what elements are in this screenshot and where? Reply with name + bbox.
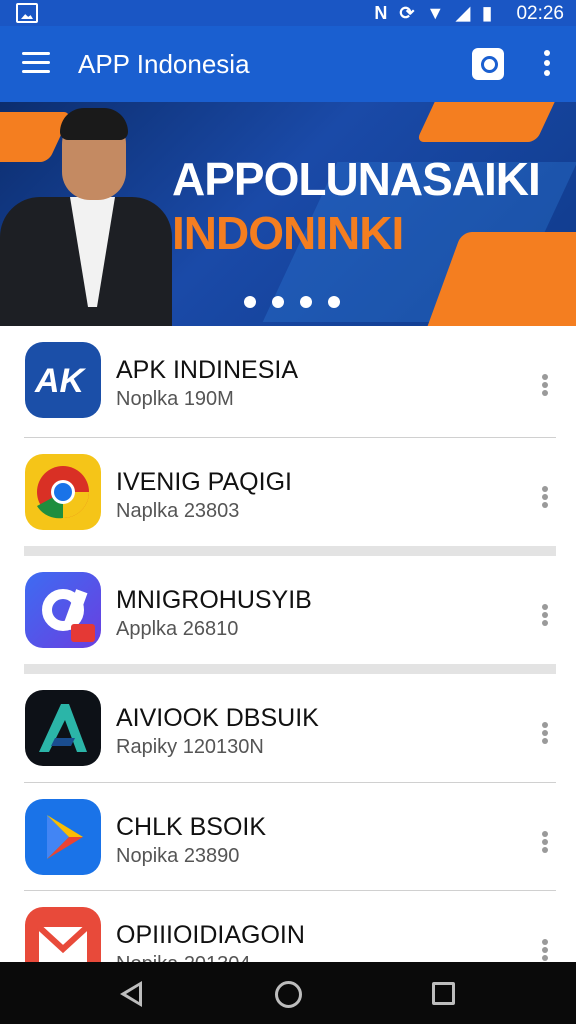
banner-person-image [0,102,175,326]
signal-icon: ◢ [456,2,471,23]
more-vert-icon[interactable] [542,604,548,626]
status-bar: N ⟳ ▼ ◢ ▮ 02:26 [0,0,576,26]
app-list: AK APK INDINESIA Noplka 190M IVENIG PAQI… [0,326,576,983]
chrome-icon [25,454,101,530]
battery-icon: ▮ [482,2,492,23]
list-item[interactable]: CHLK BSOIK Nopika 23890 [0,783,576,891]
app-meta: Applka 26810 [116,618,239,640]
a-logo-icon [25,690,101,766]
status-time: 02:26 [516,3,564,24]
app-name: OPIIIOIDIAGOIN [116,921,305,949]
app-name: AIVIOOK DBSUIK [116,704,319,732]
play-store-icon [25,799,101,875]
app-name: CHLK BSOIK [116,813,267,841]
app-meta: Nopika 23890 [116,845,240,867]
list-item[interactable]: IVENIG PAQIGI Naplka 23803 [0,438,576,546]
more-vert-icon[interactable] [542,831,548,853]
more-vert-icon[interactable] [542,722,548,744]
wifi-icon: ▼ [426,2,445,23]
carousel-dot[interactable] [300,296,312,308]
section-divider [24,546,556,556]
list-item[interactable]: AK APK INDINESIA Noplka 190M [0,326,576,434]
sync-icon: ⟳ [399,2,415,23]
more-vert-icon[interactable] [542,939,548,961]
link-app-icon [25,572,101,648]
gallery-icon [16,3,38,23]
home-icon[interactable] [275,981,302,1008]
carousel-dot[interactable] [244,296,256,308]
list-item[interactable]: AIVIOOK DBSUIK Rapiky 120130N [0,674,576,782]
app-name: MNIGROHUSYIB [116,586,312,614]
recents-icon[interactable] [432,982,455,1005]
app-meta: Naplka 23803 [116,500,240,522]
app-meta: Rapiky 120130N [116,736,264,758]
more-vert-icon[interactable] [542,374,548,396]
list-item[interactable]: MNIGROHUSYIB Applka 26810 [0,556,576,664]
nfc-icon: N [374,2,388,23]
app-title: APP Indonesia [78,49,250,79]
section-divider [24,664,556,674]
status-icons: N ⟳ ▼ ◢ ▮ [374,2,492,24]
more-vert-icon[interactable] [542,486,548,508]
banner-subheadline: INDONINKI [172,207,404,259]
ak-logo-icon: AK [25,342,101,418]
svg-text:AK: AK [34,362,87,400]
navigation-bar [0,962,576,1024]
carousel-dot[interactable] [272,296,284,308]
promo-banner[interactable]: APPOLUNASAIKI INDONINKI [0,102,576,326]
app-bar: APP Indonesia [0,26,576,102]
app-name: APK INDINESIA [116,356,298,384]
search-icon[interactable] [472,48,504,80]
more-vert-icon[interactable] [544,50,552,78]
app-meta: Noplka 190M [116,388,234,410]
carousel-indicator[interactable] [244,296,340,308]
banner-headline: APPOLUNASAIKI [172,153,541,205]
menu-icon[interactable] [22,52,50,74]
app-name: IVENIG PAQIGI [116,468,292,496]
carousel-dot[interactable] [328,296,340,308]
